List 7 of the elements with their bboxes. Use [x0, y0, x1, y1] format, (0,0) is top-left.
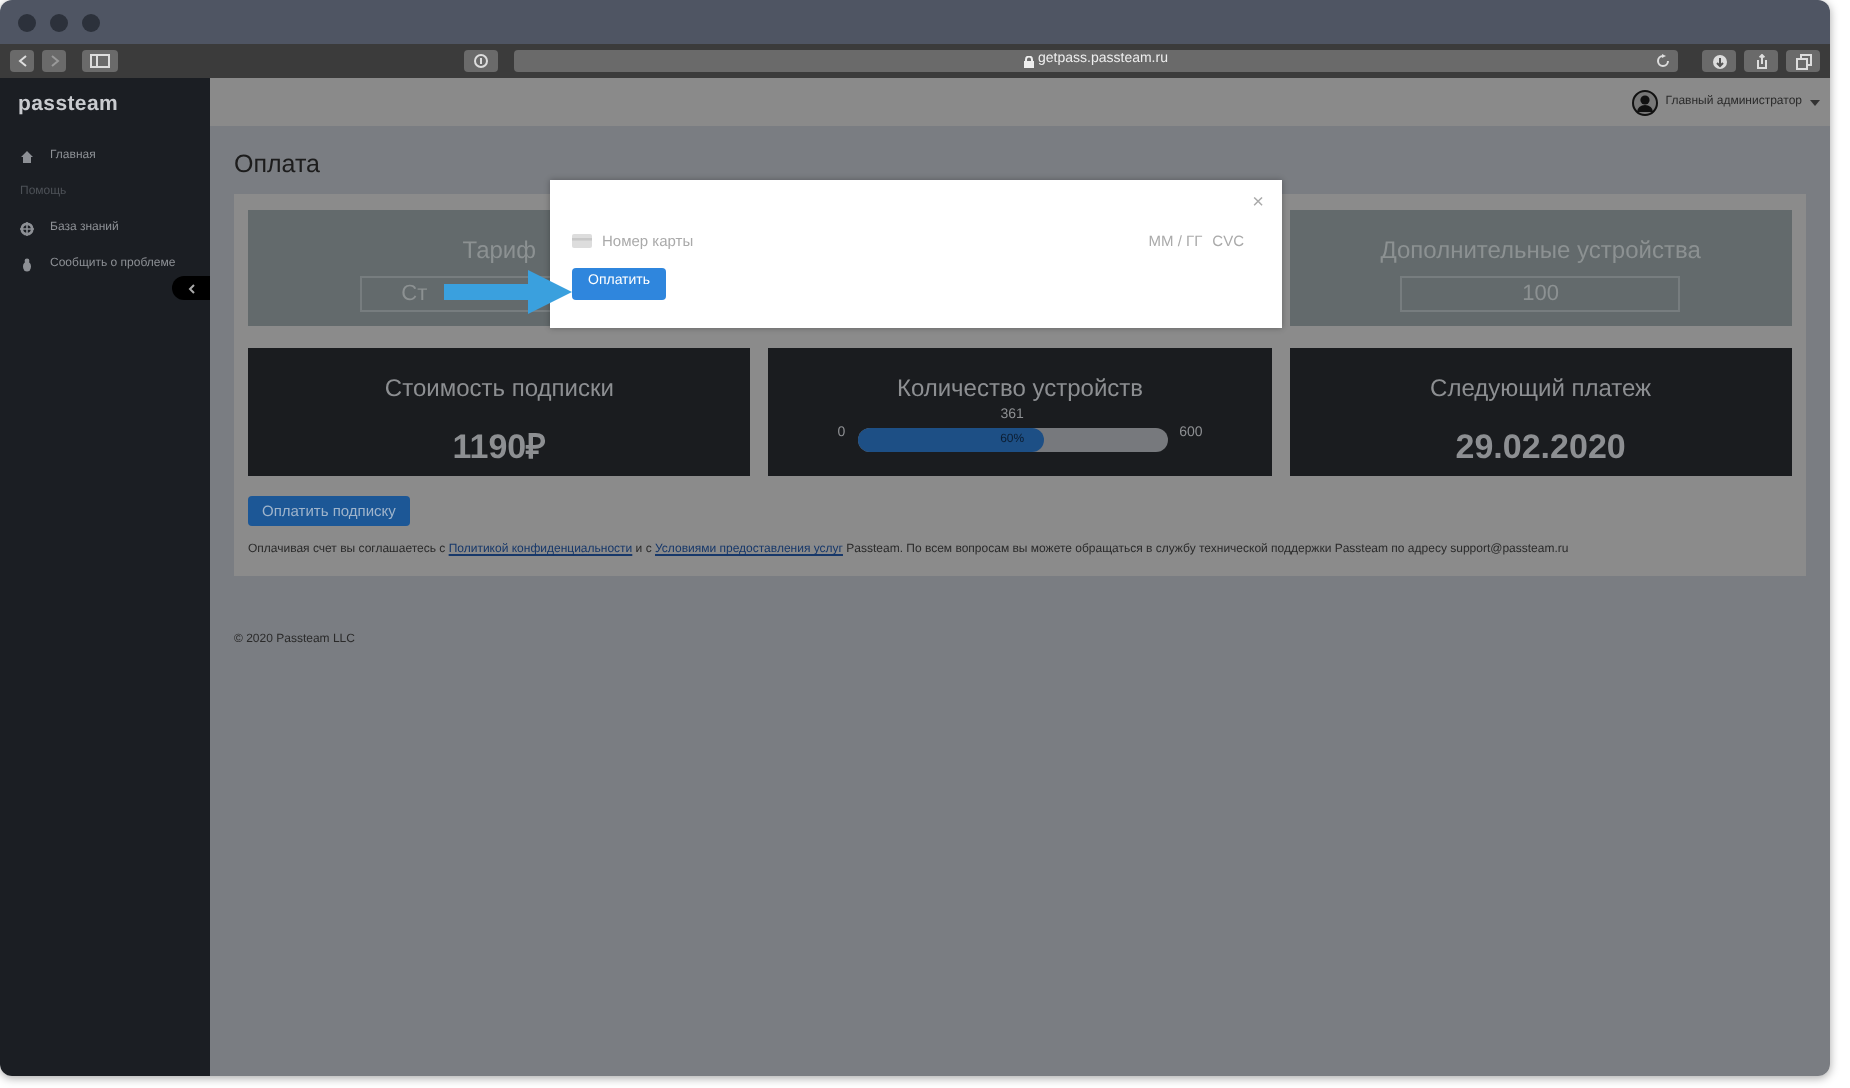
stat-value: 1190₽	[452, 426, 547, 470]
card-title: Следующий платеж	[1430, 372, 1652, 406]
card-title: Стоимость подписки	[384, 372, 614, 406]
card-title: Количество устройств	[896, 372, 1144, 406]
page-title: Оплата	[234, 148, 322, 182]
stat-value: 29.02.2020	[1455, 426, 1626, 470]
logo: passteam	[16, 90, 121, 120]
